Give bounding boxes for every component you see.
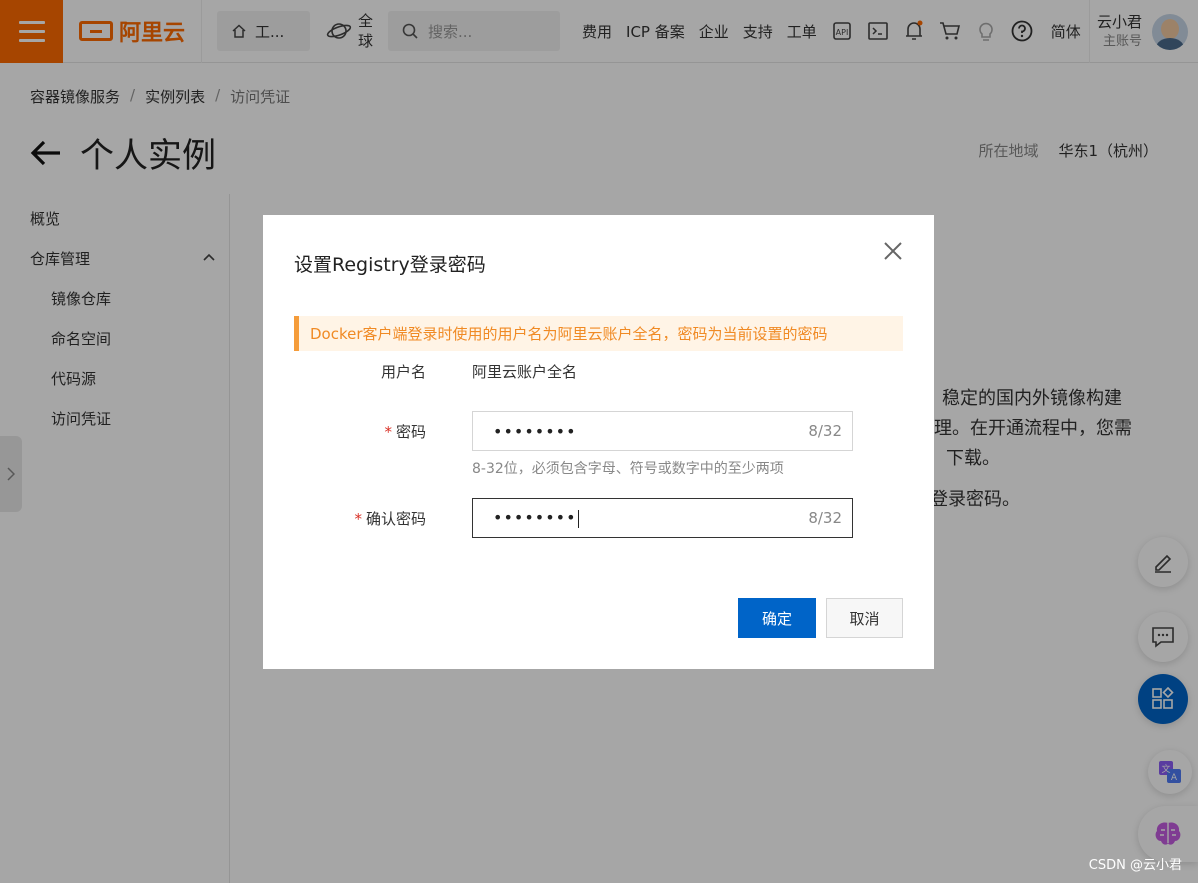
confirm-password-char-count: 8/32 (808, 509, 842, 527)
password-field[interactable]: •••••••• 8/32 (472, 411, 853, 451)
cancel-button[interactable]: 取消 (826, 598, 903, 638)
username-label: 用户名 (380, 363, 426, 381)
warning-alert: Docker客户端登录时使用的用户名为阿里云账户全名，密码为当前设置的密码 (294, 316, 903, 351)
username-value: 阿里云账户全名 (472, 363, 578, 381)
password-label: * 密码 (384, 423, 426, 441)
text-cursor (577, 509, 579, 528)
confirm-password-field[interactable]: •••••••• 8/32 (472, 498, 853, 538)
dialog-title: 设置Registry登录密码 (294, 254, 486, 276)
registry-password-dialog: 设置Registry登录密码 Docker客户端登录时使用的用户名为阿里云账户全… (263, 215, 934, 669)
password-hint: 8-32位，必须包含字母、符号或数字中的至少两项 (472, 461, 784, 477)
confirm-button[interactable]: 确定 (738, 598, 816, 638)
password-value: •••••••• (493, 421, 577, 441)
password-char-count: 8/32 (808, 422, 842, 440)
close-icon[interactable] (881, 239, 905, 263)
watermark: CSDN @云小君 (1088, 858, 1182, 873)
confirm-password-value: •••••••• (493, 508, 577, 528)
confirm-password-label: * 确认密码 (354, 510, 426, 528)
